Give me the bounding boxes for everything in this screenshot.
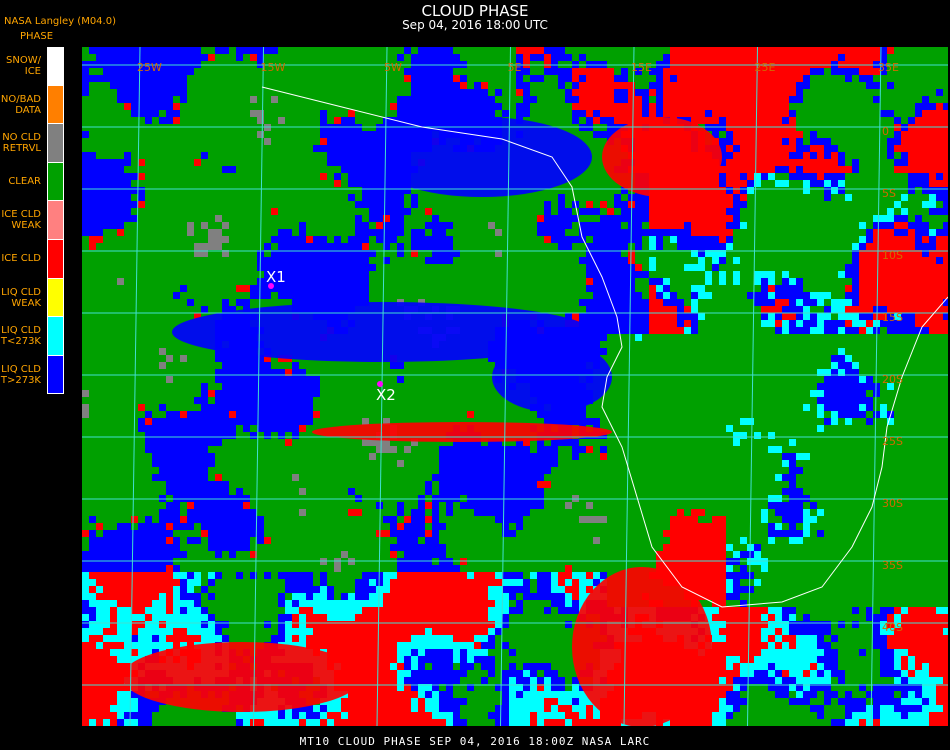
lat-label: 15S: [882, 311, 903, 324]
legend-label: NO CLD RETRVL: [2, 132, 41, 155]
legend-label: ICE CLD: [1, 253, 41, 264]
marker-x1-label: X1: [266, 268, 286, 286]
lat-label: 30S: [882, 497, 903, 510]
legend-swatch: [47, 124, 64, 163]
legend-title: PHASE: [20, 31, 54, 42]
legend-label: LIQ CLD T>273K: [0, 363, 41, 386]
lat-label: 0: [882, 125, 889, 138]
lon-label: 15E: [631, 61, 652, 74]
legend-swatch: [47, 162, 64, 202]
lon-label: 25W: [137, 61, 162, 74]
legend-swatch: [47, 317, 64, 356]
legend-label: LIQ CLD WEAK: [1, 286, 41, 309]
legend-swatch: [47, 355, 64, 395]
lat-label: 20S: [882, 373, 903, 386]
legend-swatch: [47, 85, 64, 125]
marker-x2-label: X2: [376, 386, 396, 404]
colorbar: [47, 47, 64, 395]
legend-label: CLEAR: [8, 175, 41, 187]
lon-label: 35E: [878, 61, 899, 74]
lat-label: 5S: [882, 187, 896, 200]
lat-label: 25S: [882, 435, 903, 448]
legend-swatch: [47, 201, 64, 240]
legend-swatch: [47, 278, 64, 318]
lat-label: 40S: [882, 621, 903, 634]
legend-swatch: [47, 47, 64, 86]
legend-label: LIQ CLD T<273K: [0, 325, 41, 348]
lat-label: 35S: [882, 559, 903, 572]
lon-label: 15W: [261, 61, 286, 74]
legend-label: SNOW/ICE: [6, 55, 41, 77]
lon-label: 25E: [755, 61, 776, 74]
legend-label: ICE CLD WEAK: [1, 209, 41, 232]
map-subtitle: Sep 04, 2016 18:00 UTC: [402, 18, 548, 32]
lat-label: 10S: [882, 249, 903, 262]
lon-label: 5W: [384, 61, 402, 74]
lon-label: 5E: [508, 61, 522, 74]
cloud-phase-map: 25W 15W 5W 5E 15E 25E 35E 0 5S 10S 15S 20S 25S 30S 35S…: [82, 47, 948, 726]
legend-swatch: [47, 239, 64, 279]
brand-label: NASA Langley (M04.0): [4, 16, 116, 27]
bottom-caption: MT10 CLOUD PHASE SEP 04, 2016 18:00Z NAS…: [299, 735, 651, 748]
legend-label: NO/BAD DATA: [0, 93, 41, 116]
